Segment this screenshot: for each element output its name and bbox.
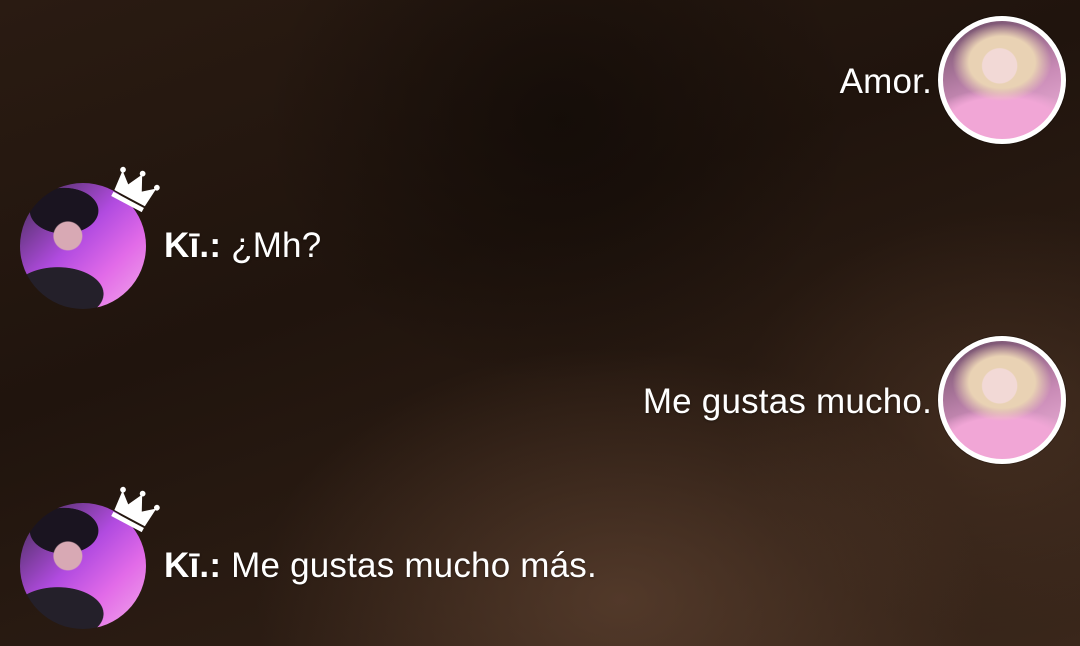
message-text: Me gustas mucho. — [642, 382, 932, 421]
message-content: Kī.: ¿Mh? — [164, 226, 321, 266]
avatar[interactable] — [938, 16, 1066, 144]
avatar[interactable] — [20, 166, 160, 309]
message-text: ¿Mh? — [231, 226, 322, 265]
chat-message-outgoing: Me gustas mucho. — [643, 336, 1066, 464]
chat-message-outgoing: Amor. — [840, 16, 1066, 144]
message-content: Kī.: Me gustas mucho más. — [164, 546, 597, 586]
message-text: Amor. — [839, 62, 932, 101]
message-text: Me gustas mucho más. — [231, 546, 597, 585]
sender-name[interactable]: Kī.: — [164, 546, 221, 585]
avatar[interactable] — [938, 336, 1066, 464]
crown-icon — [111, 486, 160, 533]
chat-thread: Amor. Kī.: ¿Mh? Me gustas mucho. Kī.: Me… — [0, 0, 1080, 646]
sender-name[interactable]: Kī.: — [164, 226, 221, 265]
chat-message-incoming: Kī.: Me gustas mucho más. — [20, 486, 597, 629]
crown-icon — [111, 166, 160, 213]
chat-message-incoming: Kī.: ¿Mh? — [20, 166, 321, 309]
avatar[interactable] — [20, 486, 160, 629]
